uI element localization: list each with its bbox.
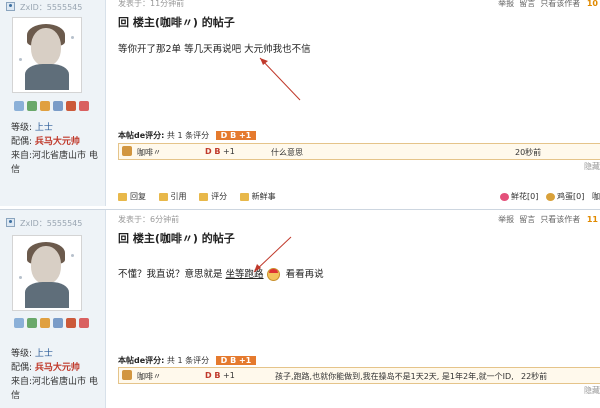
space-icon[interactable] [66,101,76,111]
post-tools: 举报 留言 只看该作者 11 [498,214,598,225]
message-icon[interactable] [14,318,24,328]
smiley-emoticon-icon [266,268,280,281]
rating-header: 本帖de评分: 共 1 条评分 D B +1 [118,355,257,366]
hide-rating-link[interactable]: 隐藏 [584,161,600,172]
user-icon [6,218,15,227]
rating-row: 咖啡〃 D B +1 什么意思 20秒前 [118,143,600,160]
rate-icon [199,192,209,201]
egg-icon [546,192,556,201]
user-icon [6,2,15,11]
rater-avatar [122,146,132,156]
user-sidebar: ZxID：5555545 等级: 上士 配偶: 兵马大元帅 来自:河北省唐山市 … [0,210,106,408]
user-rank: 上士 [34,349,53,359]
floor-number: 11 [586,215,598,224]
user-sidebar: ZxID：5555545 等级: 上士 配偶: 兵马大元帅 来自:河北省唐山市 … [0,0,106,206]
add-friend-icon[interactable] [27,318,37,328]
rating-time: 20秒前 [515,148,542,157]
space-icon[interactable] [66,318,76,328]
profile-icon[interactable] [40,101,50,111]
rating-header: 本帖de评分: 共 1 条评分 D B +1 [118,130,257,141]
post-floor-11: ZxID：5555545 等级: 上士 配偶: 兵马大元帅 来自:河北省唐山市 … [0,209,600,408]
rating-currency: D B [205,147,221,156]
post-title: 回 楼主(咖啡〃) 的帖子 [118,16,235,29]
user-rank: 上士 [34,123,53,133]
egg-button[interactable]: 鸡蛋[0] [546,192,584,201]
user-location: 来自:河北省唐山市 电信 [11,377,98,401]
rater-avatar [122,370,132,380]
rating-reason: 什么意思 [271,148,303,157]
user-info: 等级: 上士 配偶: 兵马大元帅 来自:河北省唐山市 电信 [11,347,105,401]
online-status-icon [79,318,89,328]
rater-name: 咖啡〃 [137,372,161,381]
hide-rating-link[interactable]: 隐藏 [584,385,600,396]
user-zid: ZxID：5555545 [20,219,83,228]
rating-time: 22秒前 [521,372,548,381]
rating-amount: +1 [223,147,235,156]
gift-icon[interactable] [53,101,63,111]
gift-icon[interactable] [53,318,63,328]
avatar[interactable] [12,17,82,93]
reply-button[interactable]: 回复 [118,192,146,201]
user-zid: ZxID：5555545 [20,3,83,12]
share-news-button[interactable]: 新鲜事 [239,192,276,201]
only-author-link[interactable]: 只看该作者 [540,0,580,8]
message-link[interactable]: 留言 [519,215,535,224]
add-friend-icon[interactable] [27,101,37,111]
user-spouse: 兵马大元帅 [34,363,80,373]
quote-button[interactable]: 引用 [158,192,187,201]
flower-icon [500,192,510,201]
rating-currency: D B [205,371,221,380]
avatar[interactable] [12,235,82,311]
news-icon [239,192,249,201]
post-title: 回 楼主(咖啡〃) 的帖子 [118,232,235,245]
reply-icon [118,192,127,201]
report-link[interactable]: 举报 [498,215,514,224]
post-actions: 回复 引用 评分 新鲜事 [118,191,286,202]
user-location: 来自:河北省唐山市 电信 [11,151,98,175]
floor-number: 10 [586,0,598,8]
user-action-icons [14,101,89,111]
rater-name: 咖啡〃 [137,148,161,157]
post-time: 发表于：6分钟前 [118,215,180,224]
rating-badge: D B +1 [215,356,257,365]
message-link[interactable]: 留言 [519,0,535,8]
rate-button[interactable]: 评分 [199,192,227,201]
only-author-link[interactable]: 只看该作者 [540,215,580,224]
post-floor-10: ZxID：5555545 等级: 上士 配偶: 兵马大元帅 来自:河北省唐山市 … [0,0,600,206]
rating-amount: +1 [223,371,235,380]
user-info: 等级: 上士 配偶: 兵马大元帅 来自:河北省唐山市 电信 [11,121,105,175]
rating-reason: 孩子,跑路,也就你能做到,我在操岛不是1天2天, 是1年2年,就一个ID, [275,372,514,381]
truncated-link[interactable]: 咖 [592,192,600,201]
message-icon[interactable] [14,101,24,111]
online-status-icon [79,101,89,111]
quote-icon [158,192,168,201]
post-content: 不懂？我直说？意思就是 坐等跑路 看看再说 [118,268,324,281]
post-content: 等你开了那2单 等几天再说吧 大元帅我也不信 [118,44,311,55]
report-link[interactable]: 举报 [498,0,514,8]
rating-row: 咖啡〃 D B +1 孩子,跑路,也就你能做到,我在操岛不是1天2天, 是1年2… [118,367,600,384]
post-tools: 举报 留言 只看该作者 10 [498,0,598,9]
rating-badge: D B +1 [215,131,257,140]
profile-icon[interactable] [40,318,50,328]
post-time: 发表于：11分钟前 [118,0,185,8]
flower-button[interactable]: 鲜花[0] [500,192,538,201]
vote-area: 鲜花[0] 鸡蛋[0] 咖 [500,191,600,202]
user-action-icons [14,318,89,328]
user-spouse: 兵马大元帅 [34,137,80,147]
underlined-phrase: 坐等跑路 [225,269,264,280]
